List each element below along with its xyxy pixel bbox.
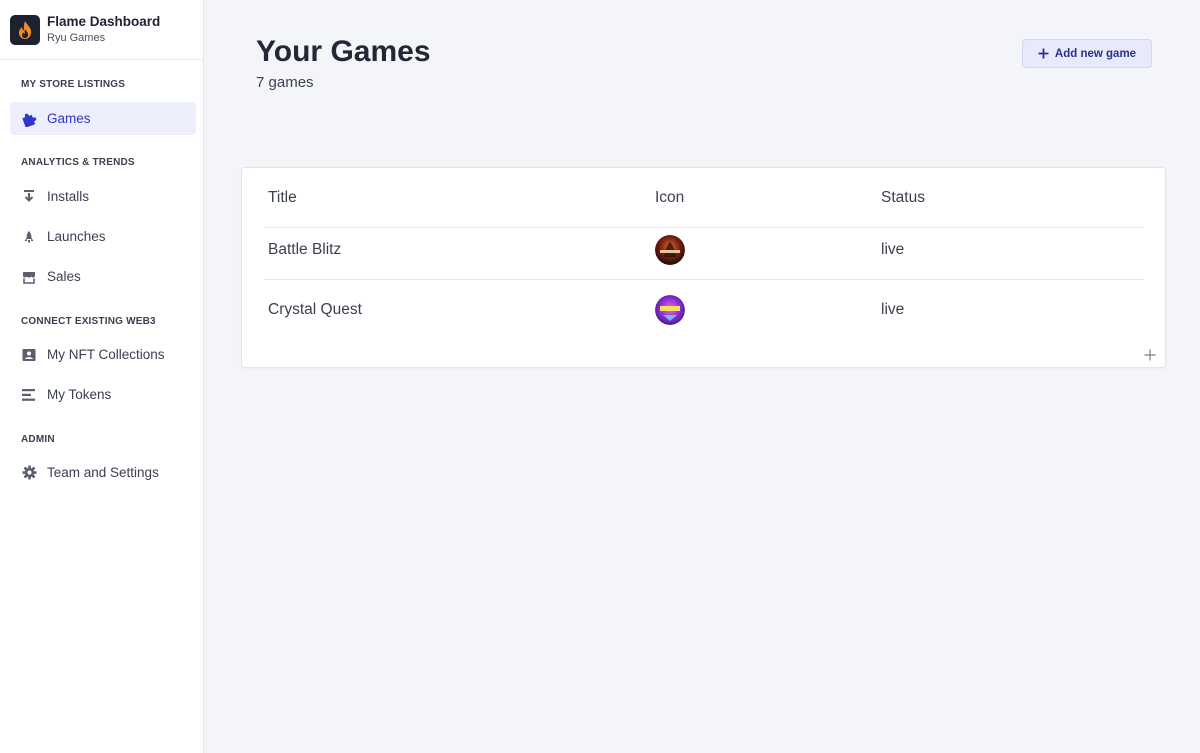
rocket-icon bbox=[21, 229, 37, 245]
add-new-game-button[interactable]: Add new game bbox=[1022, 39, 1152, 68]
brand-header[interactable]: Flame Dashboard Ryu Games bbox=[0, 0, 203, 60]
gear-icon bbox=[21, 465, 37, 481]
sidebar-item-nft-collections[interactable]: My NFT Collections bbox=[10, 338, 196, 371]
sidebar-item-launches[interactable]: Launches bbox=[10, 220, 196, 253]
column-header-icon[interactable]: Icon bbox=[655, 168, 684, 228]
table-header: Title Icon Status bbox=[264, 168, 1144, 228]
sidebar-item-label: My Tokens bbox=[47, 387, 112, 402]
plus-icon bbox=[1038, 48, 1049, 59]
games-table: Title Icon Status Battle Blitz live Crys… bbox=[241, 167, 1166, 368]
column-header-title[interactable]: Title bbox=[268, 168, 297, 228]
game-status: live bbox=[881, 241, 905, 258]
sidebar-item-tokens[interactable]: My Tokens bbox=[10, 378, 196, 411]
section-label-store-listings: MY STORE LISTINGS bbox=[21, 79, 126, 90]
flame-logo-icon bbox=[10, 14, 40, 45]
sidebar-item-sales[interactable]: Sales bbox=[10, 260, 196, 293]
section-label-admin: ADMIN bbox=[21, 434, 55, 445]
add-row-icon[interactable] bbox=[1144, 348, 1156, 361]
tokens-icon bbox=[21, 387, 37, 403]
game-icon-cell bbox=[655, 280, 685, 340]
sidebar-item-games[interactable]: Games bbox=[10, 102, 196, 135]
sidebar-item-label: Games bbox=[47, 111, 91, 126]
crystal-quest-icon[interactable] bbox=[655, 295, 685, 325]
table-row[interactable]: Crystal Quest live bbox=[264, 280, 1144, 340]
game-status: live bbox=[881, 301, 905, 318]
table-row[interactable]: Battle Blitz live bbox=[264, 220, 1144, 280]
page-title: Your Games bbox=[256, 35, 431, 68]
puzzle-icon bbox=[21, 111, 37, 127]
games-count: 7 games bbox=[256, 74, 314, 91]
sidebar-item-label: Sales bbox=[47, 269, 81, 284]
game-title[interactable]: Battle Blitz bbox=[268, 220, 341, 280]
sidebar-item-label: Installs bbox=[47, 189, 90, 204]
org-name: Ryu Games bbox=[47, 32, 106, 44]
download-icon bbox=[21, 189, 37, 205]
sidebar-item-label: Launches bbox=[47, 229, 106, 244]
game-icon-cell bbox=[655, 220, 685, 280]
app-title: Flame Dashboard bbox=[47, 14, 161, 29]
battle-blitz-icon[interactable] bbox=[655, 235, 685, 265]
sidebar-item-team-settings[interactable]: Team and Settings bbox=[10, 456, 196, 489]
game-title[interactable]: Crystal Quest bbox=[268, 280, 362, 340]
sidebar-item-installs[interactable]: Installs bbox=[10, 180, 196, 213]
sidebar-item-label: My NFT Collections bbox=[47, 347, 165, 362]
add-new-game-label: Add new game bbox=[1054, 47, 1137, 60]
section-label-web3: CONNECT EXISTING WEB3 bbox=[21, 316, 156, 327]
sidebar-item-label: Team and Settings bbox=[47, 465, 159, 480]
section-label-analytics: ANALYTICS & TRENDS bbox=[21, 157, 135, 168]
column-header-status[interactable]: Status bbox=[881, 168, 925, 228]
sidebar: Flame Dashboard Ryu Games MY STORE LISTI… bbox=[0, 0, 204, 753]
image-icon bbox=[21, 347, 37, 363]
store-icon bbox=[21, 269, 37, 285]
